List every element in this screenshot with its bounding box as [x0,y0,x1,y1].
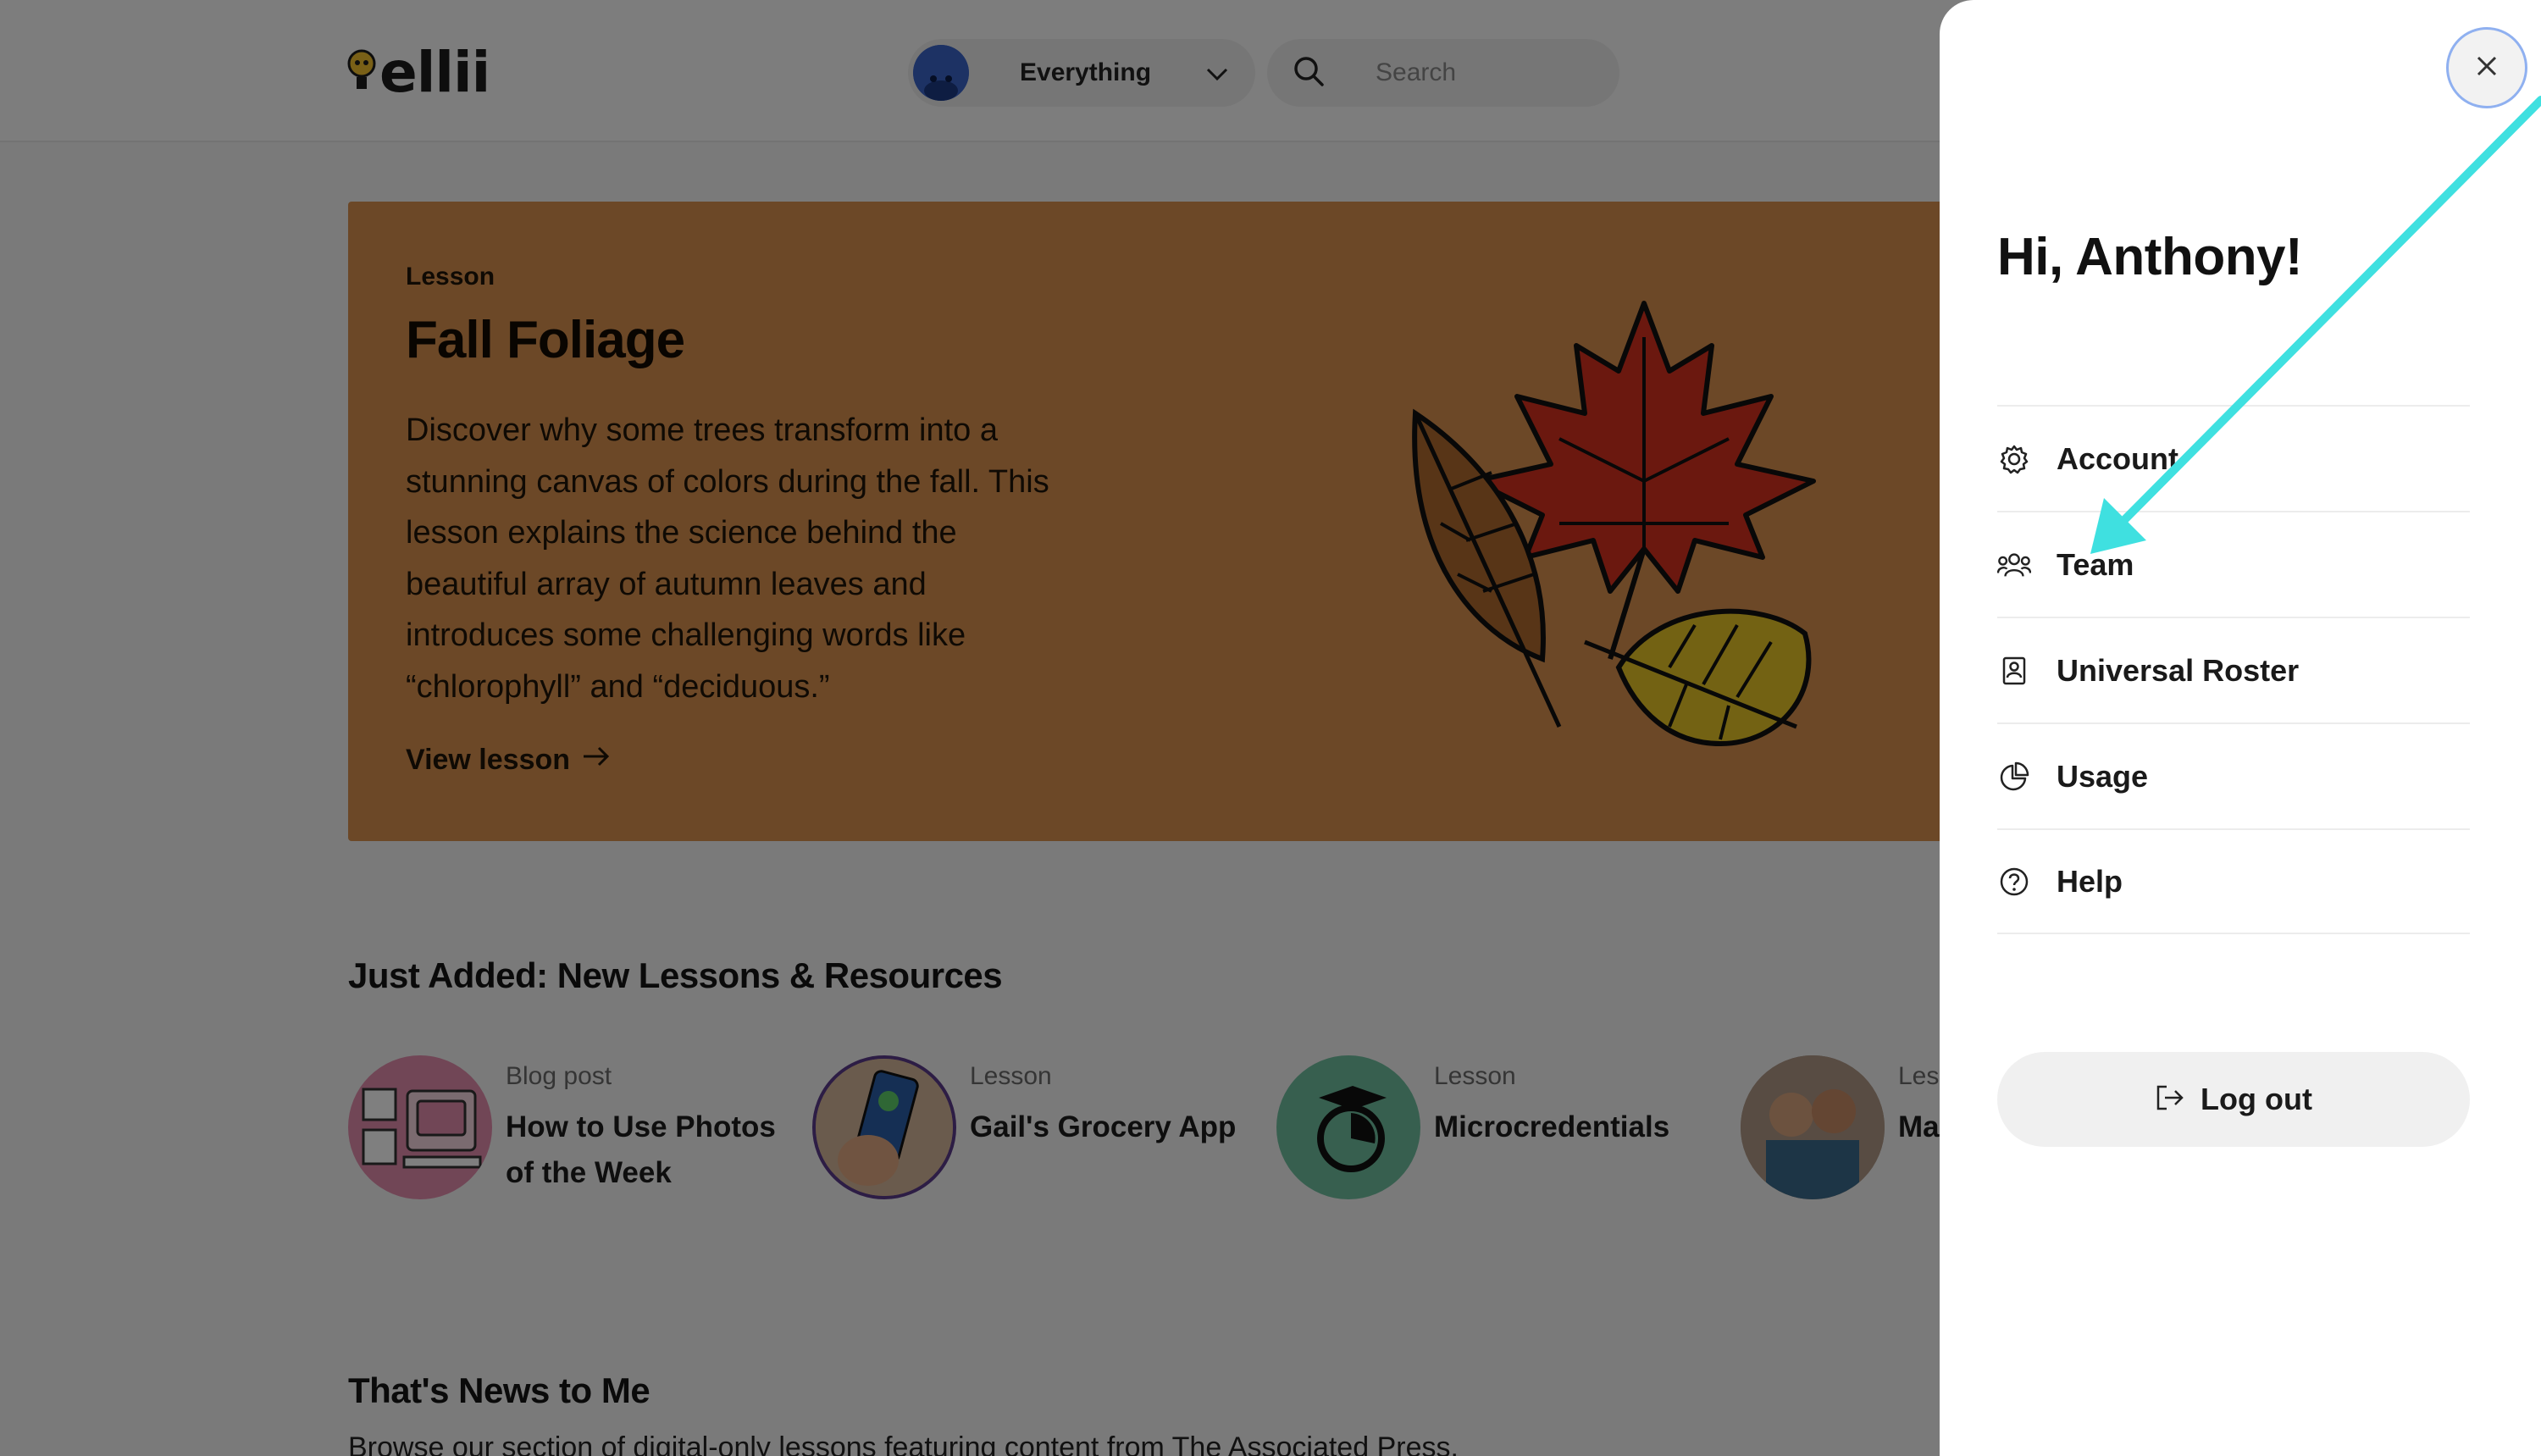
menu-item-account[interactable]: Account [1997,405,2470,511]
gear-icon [1997,442,2031,476]
menu-item-label: Account [2057,440,2178,476]
roster-icon [1997,654,2031,688]
pie-chart-icon [1997,760,2031,794]
close-button[interactable] [2446,27,2527,108]
logout-button[interactable]: Log out [1997,1052,2470,1147]
logout-label: Log out [2201,1082,2312,1116]
menu-item-team[interactable]: Team [1997,511,2470,617]
menu-item-label: Usage [2057,758,2149,794]
menu-item-help[interactable]: Help [1997,828,2470,934]
close-icon [2474,53,2499,83]
help-icon [1997,865,2031,899]
logout-icon [2155,1084,2185,1116]
menu-item-universal-roster[interactable]: Universal Roster [1997,617,2470,722]
menu-item-label: Help [2057,863,2123,899]
menu-item-label: Universal Roster [2057,652,2300,688]
account-menu: Account Team Universal Roster Usage Help [1997,405,2470,934]
menu-item-label: Team [2057,546,2134,582]
team-icon [1997,548,2031,582]
greeting-heading: Hi, Anthony! [1997,228,2303,286]
menu-item-usage[interactable]: Usage [1997,722,2470,828]
